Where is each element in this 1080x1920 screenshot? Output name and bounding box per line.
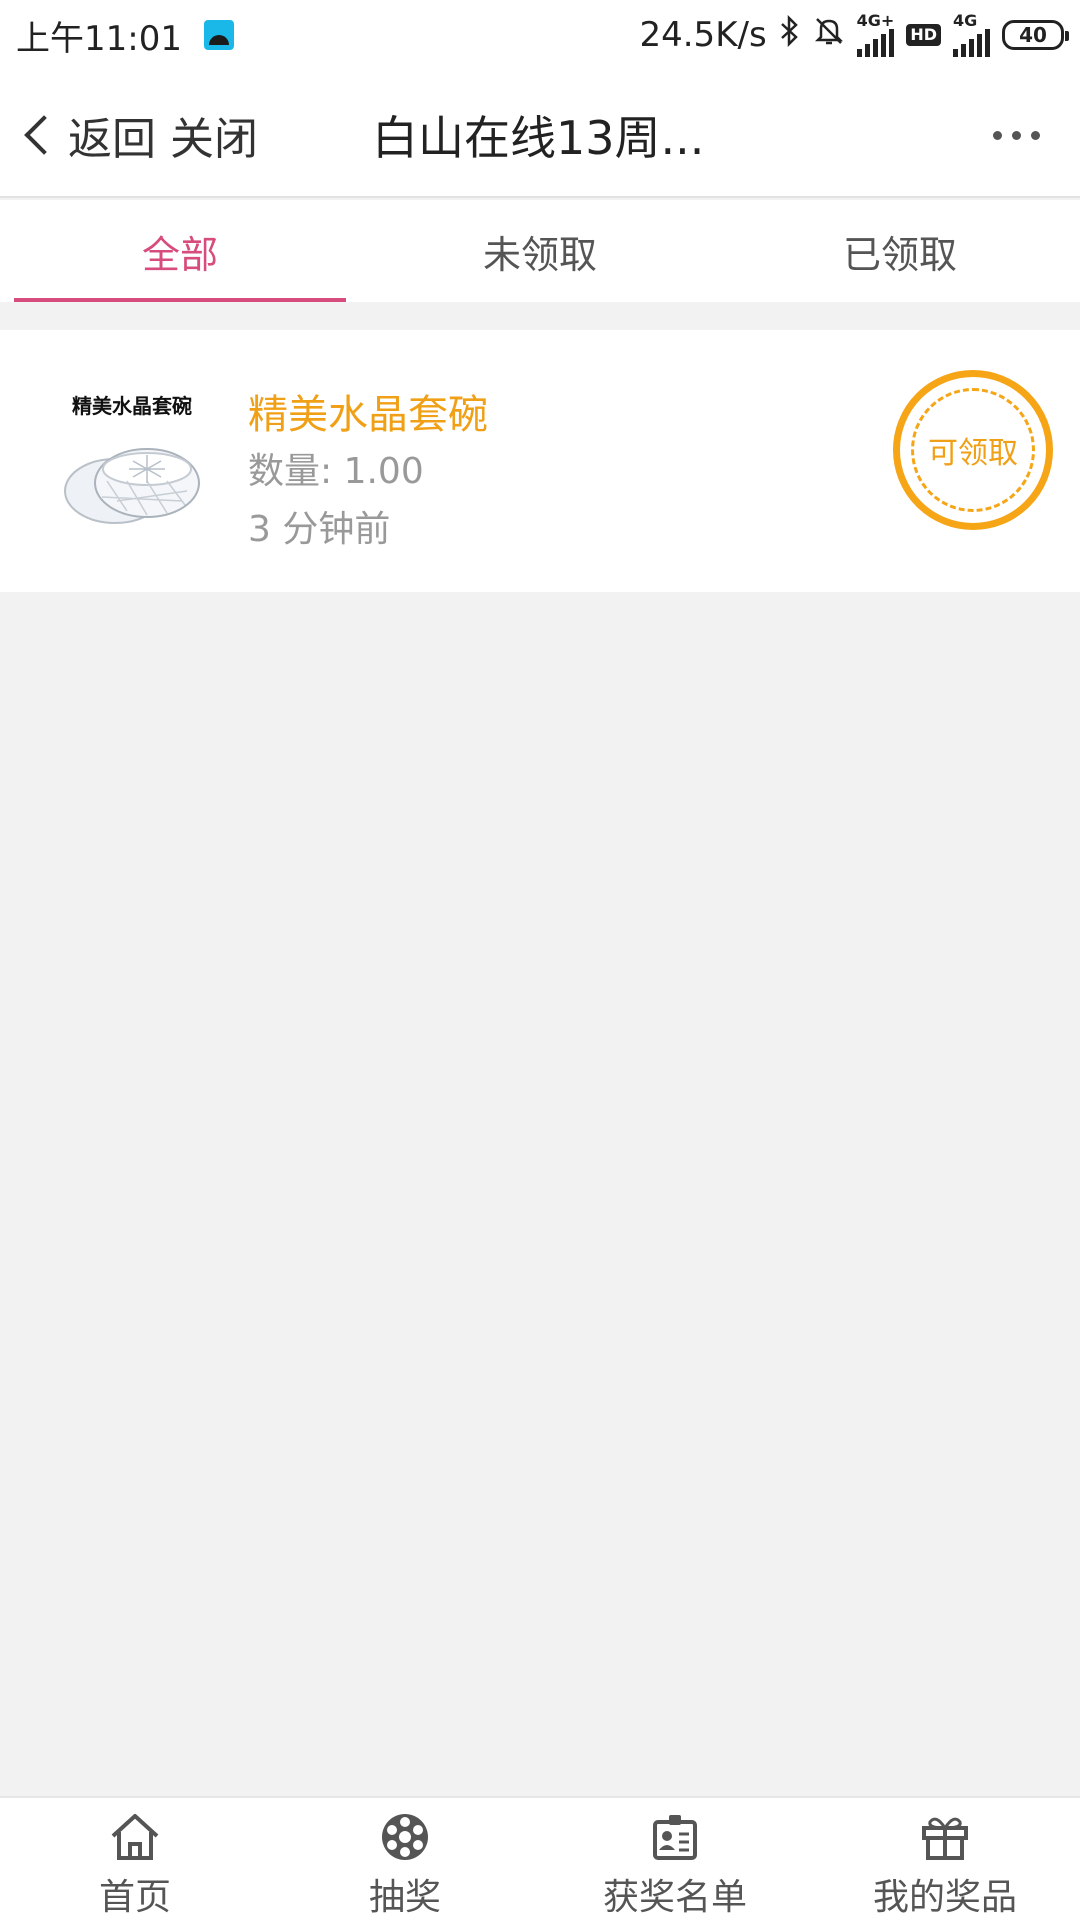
status-bar: 上午11:01 24.5K/s 4G+ HD 4G 40 (0, 0, 1080, 70)
filter-tabs: 全部 未领取 已领取 (0, 200, 1080, 302)
back-label: 返回 (68, 114, 156, 165)
signal-icon (953, 29, 990, 57)
thumb-caption: 精美水晶套碗 (72, 394, 192, 418)
mute-bell-icon (813, 15, 845, 55)
status-time: 上午11:01 (16, 18, 182, 59)
prize-thumbnail: 精美水晶套碗 (52, 390, 212, 540)
winner-list-icon (653, 1815, 697, 1860)
prize-time: 3 分钟前 (248, 509, 391, 550)
gift-icon (922, 1817, 968, 1860)
bottom-nav-home-label: 首页 (98, 1877, 171, 1918)
bluetooth-icon (779, 14, 801, 55)
tab-claimed-label: 已领取 (842, 232, 957, 277)
signal-2: 4G (953, 13, 990, 57)
bottom-nav-lottery[interactable]: 抽奖 (270, 1798, 540, 1920)
prize-name: 精美水晶套碗 (248, 392, 488, 438)
active-tab-indicator (14, 298, 346, 302)
page-title: 白山在线13周... (372, 111, 705, 165)
bottom-nav-winners-label: 获奖名单 (602, 1877, 747, 1918)
tab-all[interactable]: 全部 (0, 200, 360, 302)
tab-unclaimed-label: 未领取 (482, 232, 597, 277)
back-button[interactable]: 返回 (18, 100, 156, 170)
prize-quantity: 数量: 1.00 (248, 451, 424, 492)
tab-claimed[interactable]: 已领取 (720, 200, 1080, 302)
status-left: 上午11:01 (16, 11, 234, 60)
more-dot (993, 130, 1002, 140)
app-notification-icon (203, 20, 234, 50)
claim-button[interactable]: 可领取 (893, 370, 1053, 530)
close-button[interactable]: 关闭 (170, 100, 258, 170)
net-speed: 24.5K/s (639, 15, 767, 55)
crystal-bowl-image (64, 448, 200, 524)
status-right: 24.5K/s 4G+ HD 4G 40 (639, 11, 1069, 57)
tab-all-label: 全部 (141, 232, 218, 277)
tab-unclaimed[interactable]: 未领取 (360, 200, 720, 302)
bottom-nav-winners[interactable]: 获奖名单 (540, 1798, 810, 1920)
chevron-left-icon (24, 115, 64, 155)
bottom-nav-my-prizes-label: 我的奖品 (872, 1877, 1017, 1918)
bottom-nav-lottery-label: 抽奖 (368, 1877, 441, 1918)
signal-2-tag: 4G (953, 11, 978, 30)
signal-1: 4G+ (856, 11, 895, 57)
signal-1-tag: 4G+ (856, 11, 895, 30)
more-dot (1012, 130, 1021, 140)
home-icon (111, 1814, 159, 1860)
nav-bar: 返回 关闭 白山在线13周... (0, 70, 1080, 198)
close-label: 关闭 (170, 114, 258, 165)
bottom-nav-my-prizes[interactable]: 我的奖品 (810, 1798, 1080, 1920)
bottom-nav-home[interactable]: 首页 (0, 1798, 270, 1920)
battery-icon: 40 (1002, 20, 1069, 50)
lottery-wheel-icon (382, 1814, 428, 1860)
more-dot (1031, 130, 1040, 140)
hd-badge: HD (906, 24, 941, 46)
bottom-nav: 首页 抽奖 获奖名单 我的奖品 (0, 1796, 1080, 1920)
signal-icon (856, 29, 894, 57)
claim-label: 可领取 (911, 388, 1035, 512)
more-button[interactable] (993, 120, 1040, 150)
